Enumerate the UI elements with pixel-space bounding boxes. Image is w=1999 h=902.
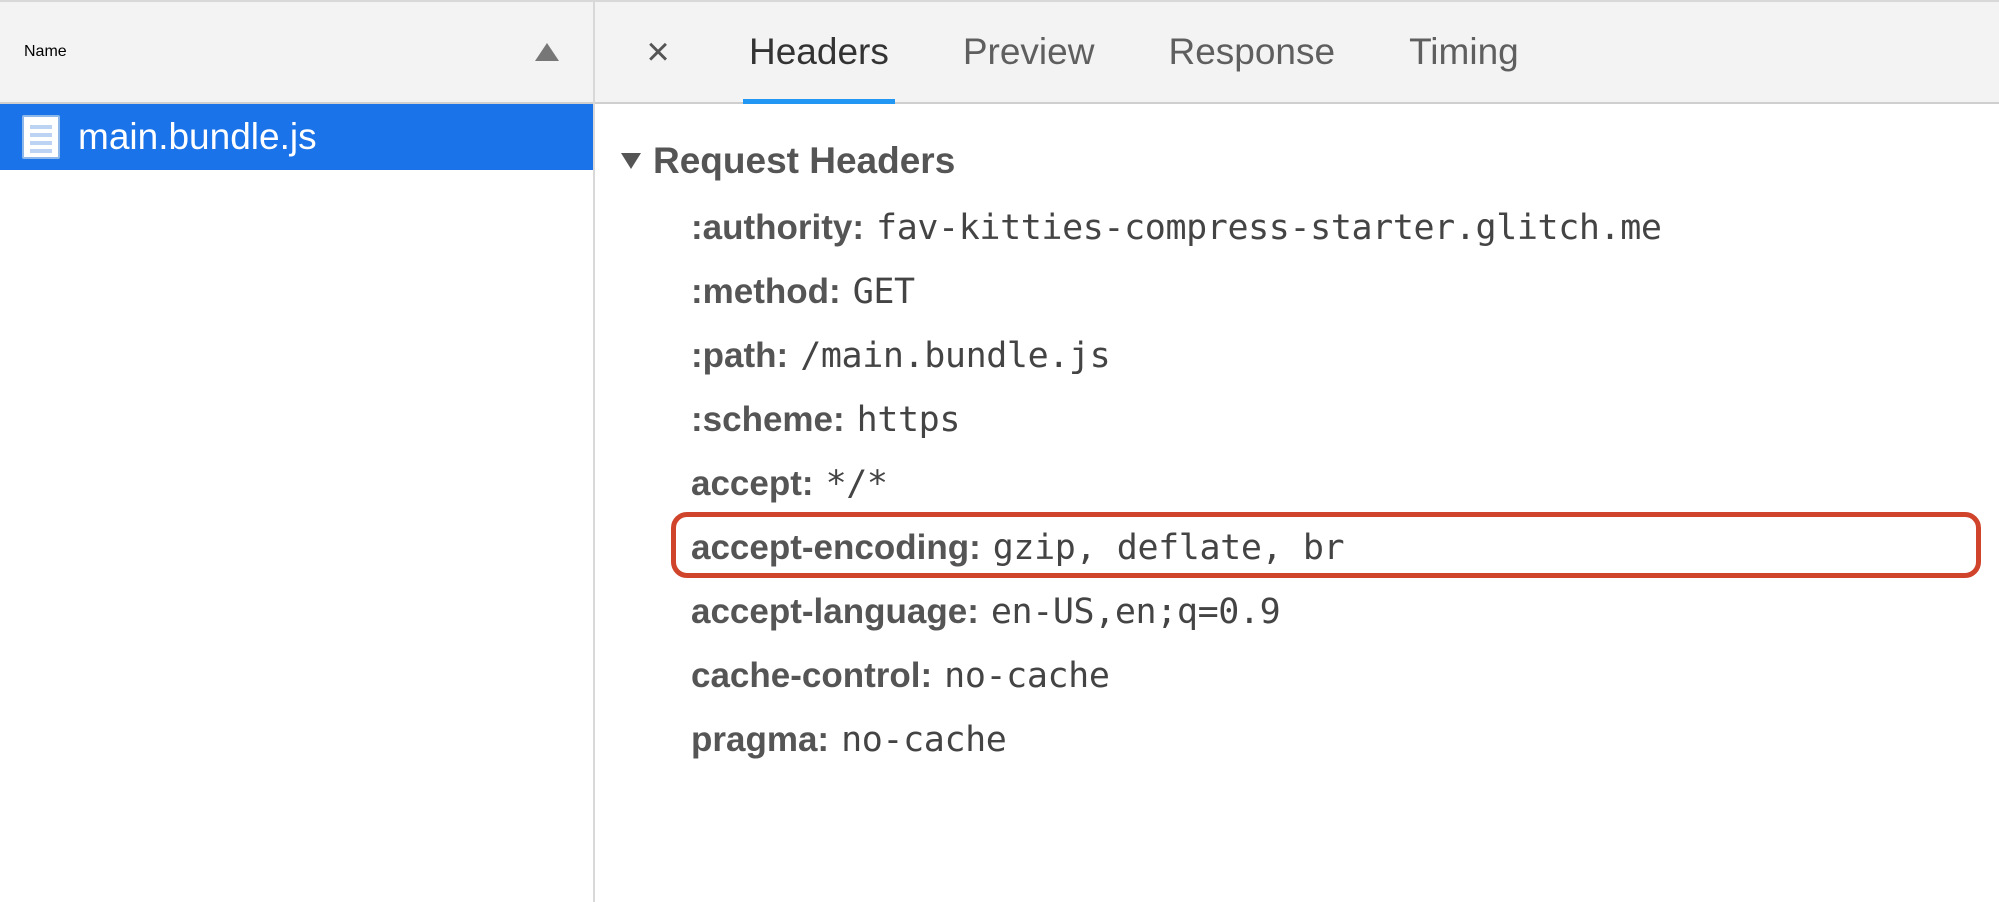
header-key: cache-control: (691, 656, 932, 696)
sidebar-column-header[interactable]: Name (0, 2, 593, 104)
header-key: :authority: (691, 208, 864, 248)
request-headers-list: :authority: fav-kitties-compress-starter… (615, 208, 1963, 760)
tab-label: Preview (963, 31, 1095, 73)
header-row: :path: /main.bundle.js (691, 336, 1963, 376)
close-icon[interactable]: × (631, 30, 685, 75)
header-value: fav-kitties-compress-starter.glitch.me (876, 208, 1662, 248)
header-value: GET (853, 272, 915, 312)
header-value: no-cache (841, 720, 1006, 760)
header-row: :method: GET (691, 272, 1963, 312)
header-value: /main.bundle.js (800, 336, 1110, 376)
header-value: https (857, 400, 960, 440)
triangle-down-icon (621, 153, 641, 169)
header-value: en-US,en;q=0.9 (991, 592, 1280, 632)
header-key: pragma: (691, 720, 829, 760)
header-key: accept-language: (691, 592, 979, 632)
network-request-row[interactable]: main.bundle.js (0, 104, 593, 170)
header-key: accept-encoding: (691, 528, 981, 568)
network-sidebar: Name main.bundle.js (0, 2, 595, 902)
header-row: pragma: no-cache (691, 720, 1963, 760)
header-row: :scheme: https (691, 400, 1963, 440)
header-row: accept-language: en-US,en;q=0.9 (691, 592, 1963, 632)
header-row: cache-control: no-cache (691, 656, 1963, 696)
request-file-name: main.bundle.js (78, 116, 317, 158)
tab-response[interactable]: Response (1164, 2, 1339, 102)
tab-label: Timing (1409, 31, 1519, 73)
headers-content: Request Headers :authority: fav-kitties-… (595, 104, 1999, 784)
header-row-highlighted: accept-encoding: gzip, deflate, br (691, 528, 1963, 568)
document-icon (22, 115, 60, 159)
tab-label: Headers (749, 31, 889, 73)
sort-ascending-icon (535, 43, 559, 61)
header-value: gzip, deflate, br (993, 528, 1344, 568)
header-value: no-cache (944, 656, 1109, 696)
tab-headers[interactable]: Headers (745, 2, 893, 102)
header-row: accept: */* (691, 464, 1963, 504)
detail-tabbar: × Headers Preview Response Timing (595, 2, 1999, 104)
tab-label: Response (1168, 31, 1335, 73)
sidebar-column-label: Name (24, 43, 67, 61)
header-key: :method: (691, 272, 841, 312)
detail-panel: × Headers Preview Response Timing Reques… (595, 2, 1999, 902)
tab-timing[interactable]: Timing (1405, 2, 1523, 102)
header-key: :scheme: (691, 400, 845, 440)
section-header[interactable]: Request Headers (615, 140, 1963, 182)
section-title: Request Headers (653, 140, 955, 182)
tab-preview[interactable]: Preview (959, 2, 1099, 102)
header-key: :path: (691, 336, 788, 376)
header-key: accept: (691, 464, 814, 504)
header-row: :authority: fav-kitties-compress-starter… (691, 208, 1963, 248)
header-value: */* (826, 464, 888, 504)
